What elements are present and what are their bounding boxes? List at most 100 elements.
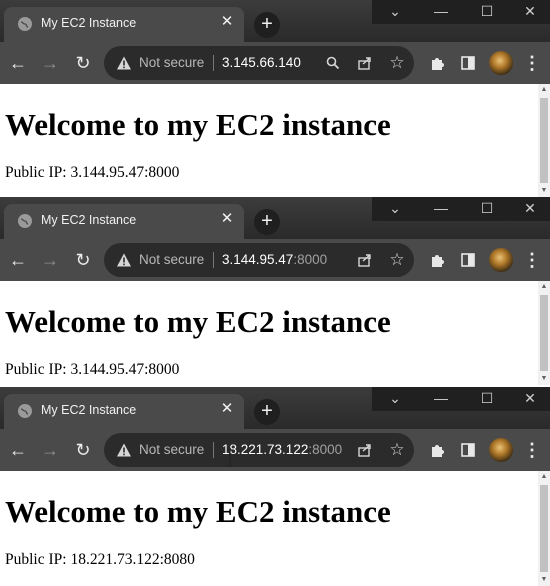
url-host: 3.145.66.140 (222, 55, 301, 70)
warning-icon[interactable] (116, 442, 132, 458)
avatar[interactable] (489, 51, 513, 75)
minimize-icon[interactable]: — (418, 387, 464, 411)
share-icon[interactable] (356, 441, 374, 459)
scrollbar[interactable]: ▲ ▼ (538, 84, 550, 197)
star-icon[interactable]: ☆ (388, 441, 406, 459)
chevron-down-icon[interactable]: ⌄ (372, 387, 418, 411)
plus-icon[interactable]: + (254, 209, 280, 235)
close-icon[interactable]: ✕ (218, 400, 236, 418)
kebab-menu-icon[interactable]: ⋮ (522, 438, 542, 462)
tab-title: My EC2 Instance (41, 403, 137, 417)
arrow-left-icon[interactable]: ← (6, 248, 30, 272)
address-bar[interactable]: Not secure 3.144.95.47:8000 ☆ (104, 243, 414, 277)
address-bar[interactable]: Not secure 18.221.73.122:8000 ☆ (104, 433, 414, 467)
globe-icon (18, 404, 32, 418)
plus-icon[interactable]: + (254, 399, 280, 425)
reload-icon[interactable]: ↻ (71, 438, 95, 462)
security-label: Not secure (139, 252, 205, 267)
puzzle-icon[interactable] (426, 439, 448, 461)
scrollbar-thumb[interactable] (540, 485, 548, 572)
toolbar: ← → ↻ Not secure 3.144.95.47:8000 ☆ ⋮ (0, 239, 550, 281)
security-label: Not secure (139, 442, 205, 457)
url-text[interactable]: 3.145.66.140 (222, 55, 301, 70)
maximize-icon[interactable]: ☐ (464, 387, 510, 411)
close-icon[interactable]: ✕ (218, 13, 236, 31)
page-title: Welcome to my EC2 instance (5, 494, 391, 529)
avatar[interactable] (489, 438, 513, 462)
address-bar[interactable]: Not secure 3.145.66.140 ☆ (104, 46, 414, 80)
warning-icon[interactable] (116, 55, 132, 71)
public-ip-text: Public IP: 3.144.95.47:8000 (5, 361, 180, 378)
share-icon[interactable] (356, 54, 374, 72)
url-host: 18.221.73.122 (222, 442, 309, 457)
url-text[interactable]: 18.221.73.122:8000 (222, 442, 342, 457)
puzzle-icon[interactable] (426, 52, 448, 74)
address-divider (213, 55, 214, 71)
warning-icon[interactable] (116, 252, 132, 268)
star-icon[interactable]: ☆ (388, 251, 406, 269)
reload-icon[interactable]: ↻ (71, 51, 95, 75)
url-text[interactable]: 3.144.95.47:8000 (222, 252, 327, 267)
address-divider (213, 252, 214, 268)
scroll-up-arrow-icon[interactable]: ▲ (538, 281, 550, 293)
address-divider (213, 442, 214, 458)
url-port: :8000 (308, 442, 343, 457)
text-cursor-icon (226, 449, 234, 467)
tab-my-ec2-instance[interactable]: My EC2 Instance ✕ (4, 7, 244, 42)
reload-icon[interactable]: ↻ (71, 248, 95, 272)
minimize-icon[interactable]: — (418, 197, 464, 221)
arrow-left-icon[interactable]: ← (6, 438, 30, 462)
arrow-right-icon[interactable]: → (38, 51, 62, 75)
maximize-icon[interactable]: ☐ (464, 0, 510, 24)
browser-window: My EC2 Instance ✕ + ⌄ — ☐ ✕ ← → ↻ Not secure 3.144.… (0, 197, 550, 385)
page-title: Welcome to my EC2 instance (5, 107, 391, 142)
scrollbar[interactable]: ▲ ▼ (538, 281, 550, 385)
browser-window: My EC2 Instance ✕ + ⌄ — ☐ ✕ ← → ↻ Not secure 3.145.… (0, 0, 550, 197)
scrollbar-thumb[interactable] (540, 295, 548, 371)
scroll-down-arrow-icon[interactable]: ▼ (538, 574, 550, 586)
sidebar-icon[interactable] (457, 439, 479, 461)
sidebar-icon[interactable] (457, 249, 479, 271)
page-content: Welcome to my EC2 instance Public IP: 3.1… (0, 84, 550, 197)
kebab-menu-icon[interactable]: ⋮ (522, 248, 542, 272)
tab-strip: My EC2 Instance ✕ + ⌄ — ☐ ✕ (0, 197, 550, 239)
scrollbar-thumb[interactable] (540, 98, 548, 183)
chevron-down-icon[interactable]: ⌄ (372, 197, 418, 221)
close-icon[interactable]: ✕ (218, 210, 236, 228)
page-content: Welcome to my EC2 instance Public IP: 3.1… (0, 281, 550, 385)
star-icon[interactable]: ☆ (388, 54, 406, 72)
window-close-icon[interactable]: ✕ (510, 387, 550, 411)
arrow-left-icon[interactable]: ← (6, 51, 30, 75)
globe-icon (18, 214, 32, 228)
chevron-down-icon[interactable]: ⌄ (372, 0, 418, 24)
scroll-down-arrow-icon[interactable]: ▼ (538, 373, 550, 385)
window-close-icon[interactable]: ✕ (510, 197, 550, 221)
url-port: :8000 (293, 252, 328, 267)
page-content: Welcome to my EC2 instance Public IP: 18.… (0, 471, 550, 586)
puzzle-icon[interactable] (426, 249, 448, 271)
scroll-down-arrow-icon[interactable]: ▼ (538, 185, 550, 197)
tab-strip: My EC2 Instance ✕ + ⌄ — ☐ ✕ (0, 387, 550, 429)
sidebar-icon[interactable] (457, 52, 479, 74)
url-host: 3.144.95.47 (222, 252, 294, 267)
arrow-right-icon[interactable]: → (38, 438, 62, 462)
toolbar: ← → ↻ Not secure 18.221.73.122:8000 ☆ ⋮ (0, 429, 550, 471)
scroll-up-arrow-icon[interactable]: ▲ (538, 471, 550, 483)
maximize-icon[interactable]: ☐ (464, 197, 510, 221)
tab-my-ec2-instance[interactable]: My EC2 Instance ✕ (4, 204, 244, 239)
scroll-up-arrow-icon[interactable]: ▲ (538, 84, 550, 96)
window-close-icon[interactable]: ✕ (510, 0, 550, 24)
globe-icon (18, 17, 32, 31)
kebab-menu-icon[interactable]: ⋮ (522, 51, 542, 75)
search-icon[interactable] (324, 54, 342, 72)
share-icon[interactable] (356, 251, 374, 269)
minimize-icon[interactable]: — (418, 0, 464, 24)
avatar[interactable] (489, 248, 513, 272)
tab-my-ec2-instance[interactable]: My EC2 Instance ✕ (4, 394, 244, 429)
scrollbar[interactable]: ▲ ▼ (538, 471, 550, 586)
tab-title: My EC2 Instance (41, 16, 137, 30)
arrow-right-icon[interactable]: → (38, 248, 62, 272)
page-title: Welcome to my EC2 instance (5, 304, 391, 339)
plus-icon[interactable]: + (254, 12, 280, 38)
tab-title: My EC2 Instance (41, 213, 137, 227)
